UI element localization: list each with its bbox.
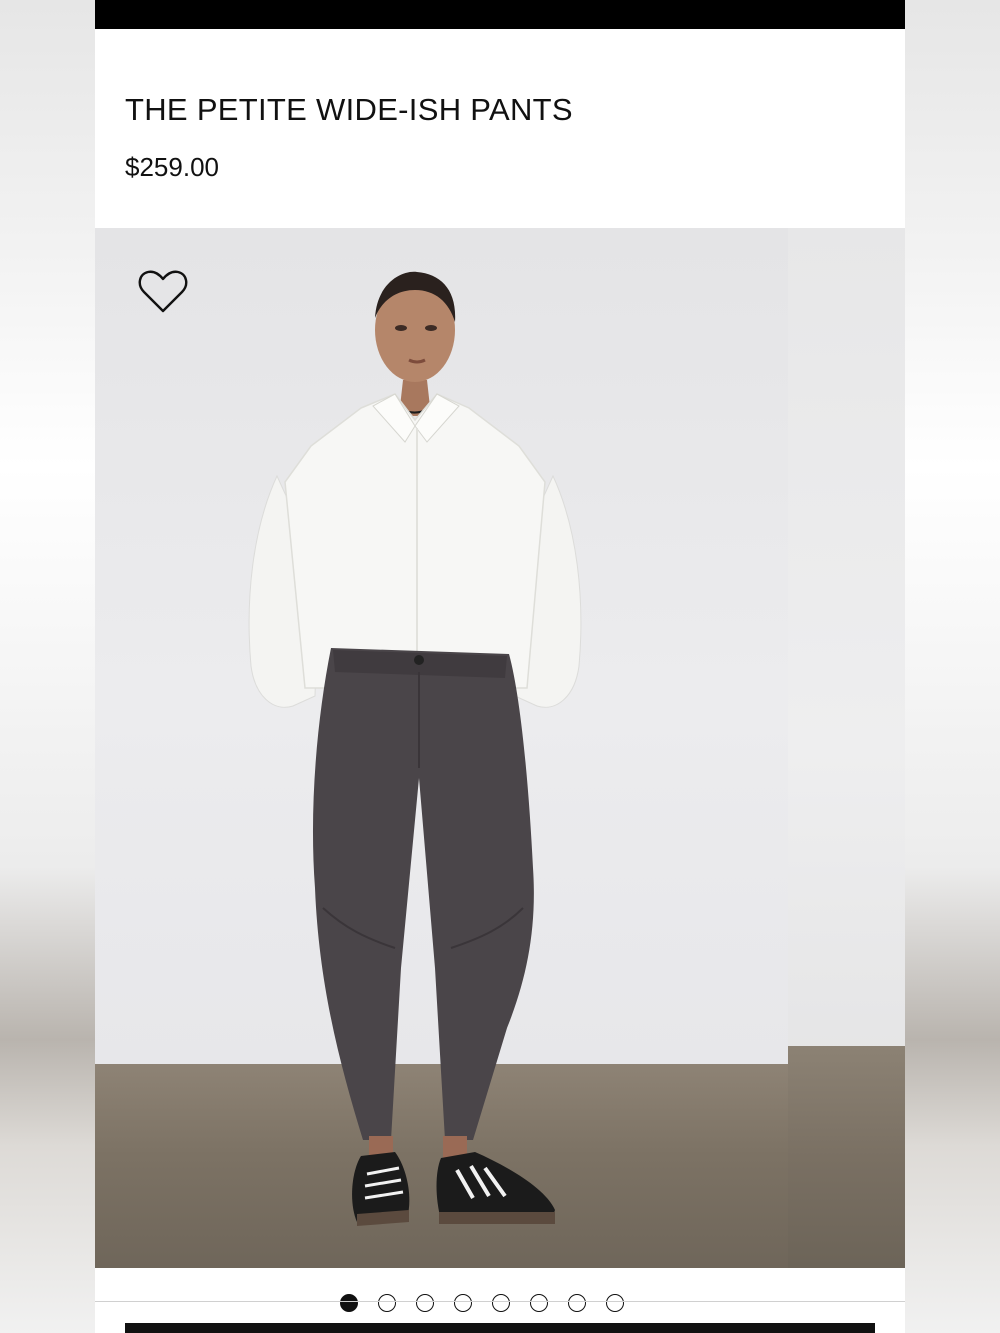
product-photo [248,271,582,1226]
pagination-dot[interactable] [568,1294,586,1312]
product-title: THE PETITE WIDE-ISH PANTS [125,92,573,127]
pagination-dot[interactable] [530,1294,548,1312]
floor [788,1046,905,1268]
product-page: THE PETITE WIDE-ISH PANTS $259.00 [95,0,905,1333]
divider [95,1301,905,1302]
gallery-slide-current[interactable] [95,228,788,1268]
pagination-dot[interactable] [340,1294,358,1312]
pagination-dot[interactable] [454,1294,472,1312]
product-price: $259.00 [125,152,219,182]
background-right-blur [905,0,1000,1333]
product-image-gallery[interactable] [95,228,905,1268]
pagination-dot[interactable] [606,1294,624,1312]
pagination-dot[interactable] [416,1294,434,1312]
background-left-blur [0,0,95,1333]
add-to-bag-button[interactable] [125,1323,875,1333]
top-bar [95,0,905,29]
gallery-slide-next-peek[interactable] [788,228,905,1268]
heart-outline-icon[interactable] [138,270,188,314]
pagination-dot[interactable] [378,1294,396,1312]
pagination-dot[interactable] [492,1294,510,1312]
